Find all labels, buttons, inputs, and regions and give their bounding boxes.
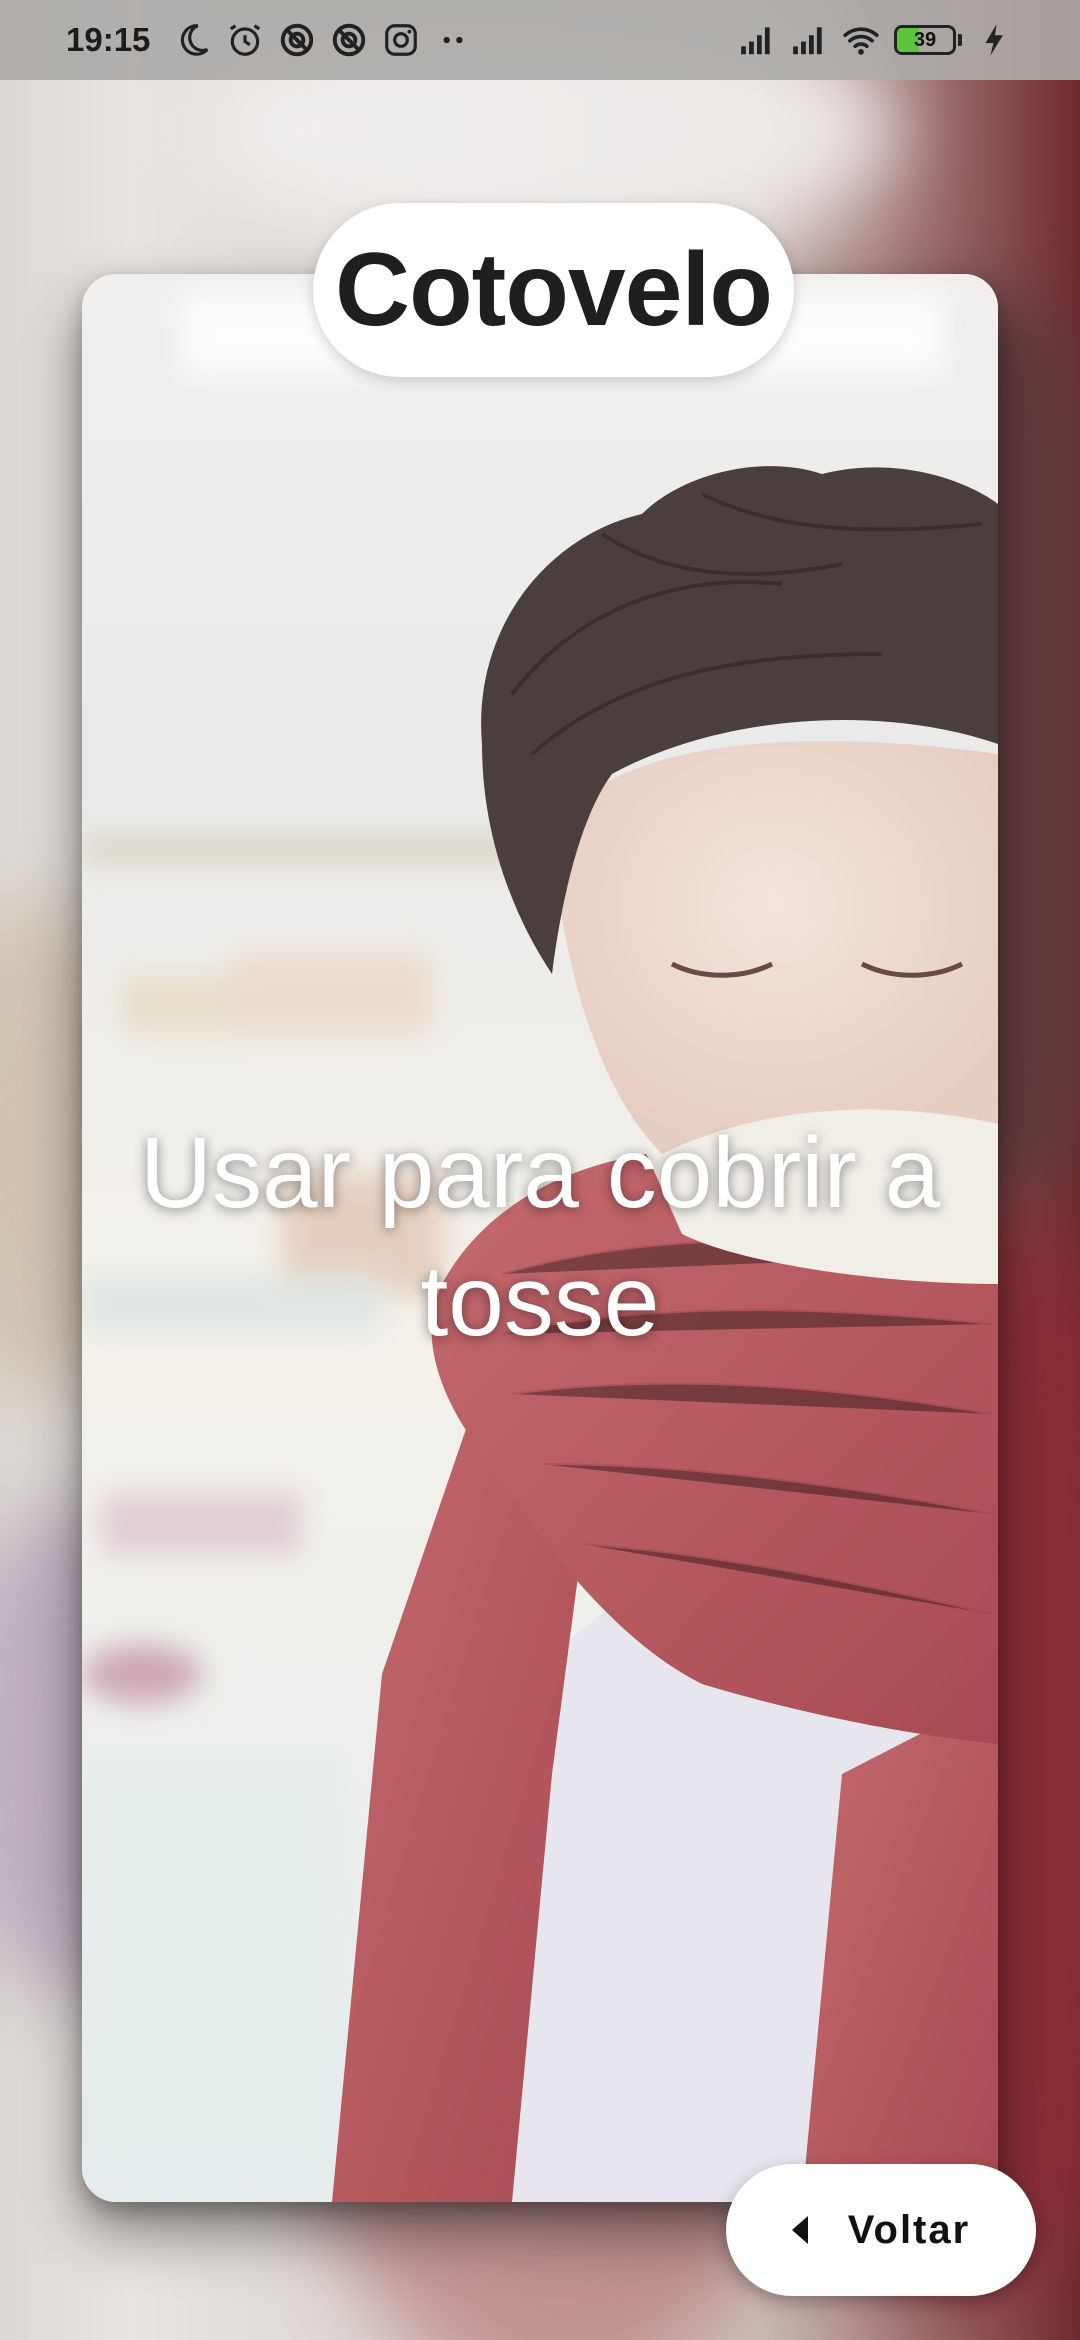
card-caption: Usar para cobrir a tosse <box>139 1117 941 1357</box>
page-title: Cotovelo <box>335 231 773 348</box>
blocked-icon <box>281 23 314 57</box>
status-time: 19:15 <box>66 21 151 58</box>
arrow-left-icon <box>791 2216 808 2244</box>
wifi-icon <box>843 27 879 55</box>
charging-icon <box>985 24 1003 56</box>
signal-icon <box>793 27 822 55</box>
back-button-label: Voltar <box>847 2207 971 2252</box>
status-bar: 19:15 39 <box>0 0 1080 80</box>
title-pill: Cotovelo <box>313 203 794 377</box>
blocked-icon <box>333 23 366 57</box>
back-button[interactable]: Voltar <box>726 2164 1036 2296</box>
signal-icon <box>741 27 770 55</box>
moon-icon <box>181 24 209 56</box>
instagram-icon <box>385 24 418 56</box>
alarm-icon <box>230 24 261 56</box>
app-screen: 19:15 39 Usar para cobrir a tosse Cotove… <box>0 0 1080 2340</box>
more-dots-icon <box>443 36 463 44</box>
battery-level: 39 <box>913 28 937 51</box>
battery-icon: 39 <box>894 25 956 55</box>
exercise-card: Usar para cobrir a tosse <box>82 274 998 2202</box>
